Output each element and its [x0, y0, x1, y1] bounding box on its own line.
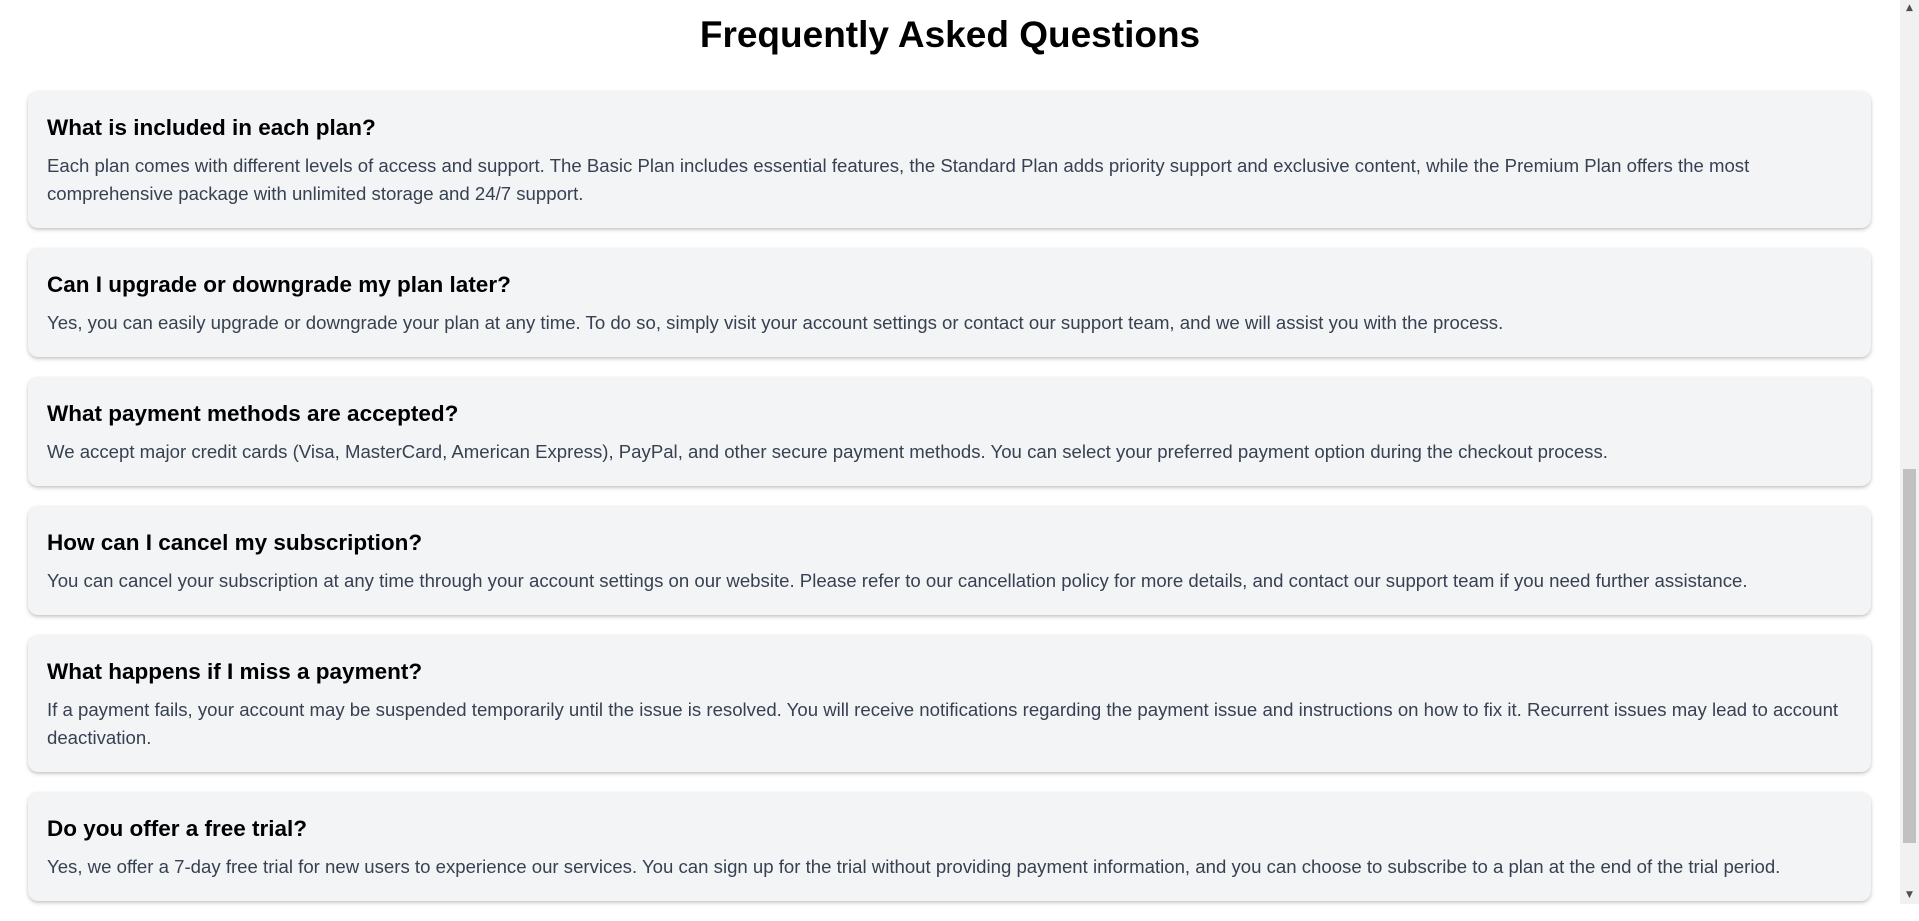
faq-item: Do you offer a free trial? Yes, we offer…: [28, 792, 1871, 901]
faq-item: What is included in each plan? Each plan…: [28, 91, 1871, 228]
scrollbar-thumb[interactable]: [1903, 469, 1916, 843]
faq-item: How can I cancel my subscription? You ca…: [28, 506, 1871, 615]
vertical-scrollbar[interactable]: ▲ ▼: [1900, 0, 1919, 904]
faq-answer: We accept major credit cards (Visa, Mast…: [47, 441, 1608, 462]
faq-question: What is included in each plan?: [47, 115, 376, 140]
faq-item: What payment methods are accepted? We ac…: [28, 377, 1871, 486]
triangle-down-icon[interactable]: ▼: [1900, 887, 1919, 904]
faq-title: Frequently Asked Questions: [699, 14, 1201, 55]
faq-answer: You can cancel your subscription at any …: [47, 570, 1748, 591]
faq-list: What is included in each plan? Each plan…: [28, 91, 1871, 921]
faq-question: What payment methods are accepted?: [47, 401, 459, 426]
faq-question: What happens if I miss a payment?: [47, 659, 423, 684]
triangle-up-icon[interactable]: ▲: [1900, 0, 1919, 17]
faq-page: Frequently Asked Questions What is inclu…: [0, 0, 1900, 904]
faq-question: Do you offer a free trial?: [47, 816, 308, 841]
faq-question: How can I cancel my subscription?: [47, 530, 423, 555]
faq-answer: Yes, you can easily upgrade or downgrade…: [47, 312, 1504, 333]
faq-answer: Each plan comes with different levels of…: [47, 155, 1750, 204]
faq-item: What happens if I miss a payment? If a p…: [28, 635, 1871, 772]
faq-question: Can I upgrade or downgrade my plan later…: [47, 272, 511, 297]
faq-answer: Yes, we offer a 7-day free trial for new…: [47, 856, 1781, 877]
faq-answer: If a payment fails, your account may be …: [47, 699, 1839, 748]
faq-item: Can I upgrade or downgrade my plan later…: [28, 248, 1871, 357]
